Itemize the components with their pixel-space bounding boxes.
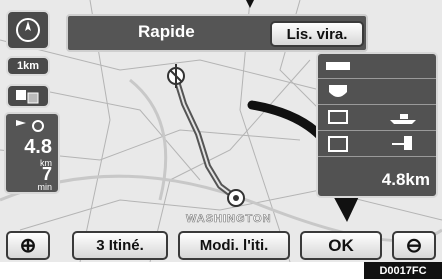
remaining-distance: 4.8 (24, 136, 52, 158)
compass-button[interactable] (6, 10, 50, 50)
ferry-icon (390, 114, 416, 124)
scale-label: 1km (16, 60, 40, 72)
toll-icon (328, 110, 348, 124)
route-mode-label: Rapide (138, 22, 195, 41)
zoom-out-icon: ⊖ (405, 235, 423, 257)
guidance-distance: 4.8km (381, 170, 430, 189)
map-orientation-button[interactable] (6, 84, 50, 108)
route-header: Rapide Lis. vira. (66, 14, 368, 52)
map-display-icon (16, 90, 39, 104)
routes-button[interactable]: 3 Itiné. (72, 231, 168, 260)
scale-indicator: 1km (6, 56, 50, 76)
compass-icon (16, 18, 40, 42)
turn-list-button[interactable]: Lis. vira. (270, 21, 364, 47)
routes-label: 3 Itiné. (96, 237, 144, 254)
ok-label: OK (328, 235, 354, 255)
toll-road-icon (328, 136, 348, 152)
remaining-info-panel: 4.8 km 7 min (4, 112, 60, 194)
zoom-in-button[interactable]: ⊕ (6, 231, 50, 260)
remaining-time-unit: min (37, 182, 52, 192)
turn-list-label: Lis. vira. (286, 25, 348, 43)
destination-flag-icon (16, 120, 44, 132)
ok-button[interactable]: OK (300, 231, 382, 260)
zoom-in-icon: ⊕ (19, 235, 37, 257)
highway-shield-icon (329, 85, 347, 97)
modify-route-label: Modi. l'iti. (199, 237, 269, 254)
map-city-label: WASHINGTON (186, 213, 272, 225)
modify-route-button[interactable]: Modi. l'iti. (178, 231, 290, 260)
start-marker-icon (227, 189, 245, 207)
navigation-screen: WASHINGTON 1km 4.8 km 7 min Rapide Lis. … (0, 0, 442, 262)
guidance-panel: 4.8km (316, 52, 438, 198)
zoom-out-button[interactable]: ⊖ (392, 231, 436, 260)
freeway-icon (326, 62, 350, 70)
figure-code: D0017FC (364, 262, 442, 279)
figure-code-label: D0017FC (379, 264, 427, 277)
vehicle-position-icon (392, 136, 412, 150)
